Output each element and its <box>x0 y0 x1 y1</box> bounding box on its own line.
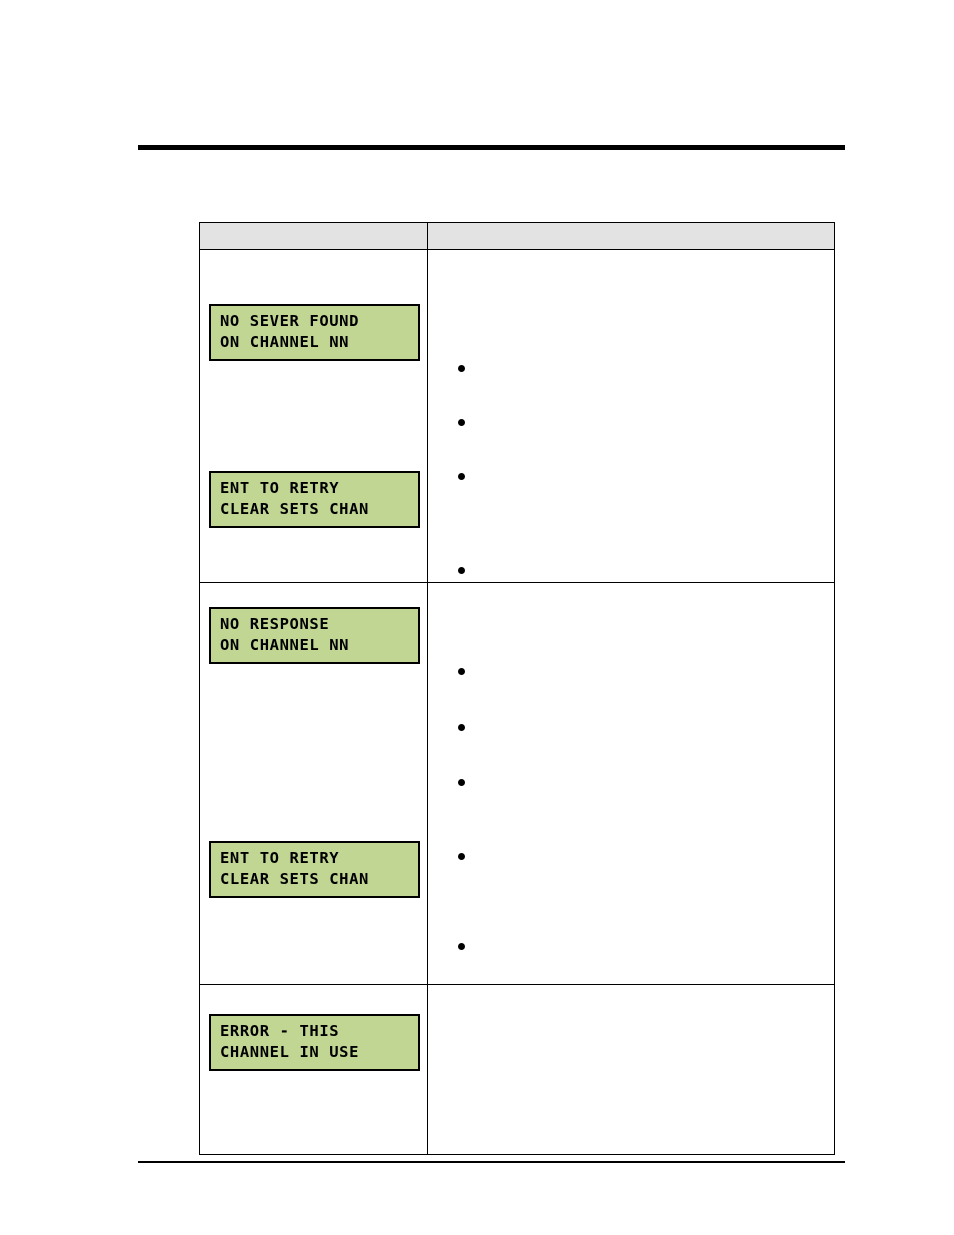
table-header-row <box>199 222 835 250</box>
description-cell <box>427 249 835 583</box>
lcd-line-1: NO SEVER FOUND <box>220 312 360 330</box>
lcd-error-channel-in-use: ERROR - THIS CHANNEL IN USE <box>209 1014 420 1071</box>
lcd-line-2: CLEAR SETS CHAN <box>220 500 369 518</box>
message-cell: NO SEVER FOUND ON CHANNEL NN ENT TO RETRY C… <box>199 249 428 583</box>
list-item <box>458 470 475 480</box>
bullet-icon <box>458 419 465 426</box>
lcd-line-1: ERROR - THIS <box>220 1022 340 1040</box>
list-item <box>458 564 475 574</box>
table-row: NO SEVER FOUND ON CHANNEL NN ENT TO RETRY C… <box>199 249 835 583</box>
description-bullet-list <box>428 985 834 1154</box>
list-item <box>458 362 475 372</box>
list-item <box>458 940 475 950</box>
bullet-icon <box>458 365 465 372</box>
lcd-line-1: NO RESPONSE <box>220 615 330 633</box>
page-footer-rule <box>138 1161 845 1163</box>
table-row: NO RESPONSE ON CHANNEL NN ENT TO RETRY CLEA… <box>199 582 835 985</box>
error-message-table: NO SEVER FOUND ON CHANNEL NN ENT TO RETRY C… <box>199 222 835 1155</box>
list-item <box>458 776 475 786</box>
page-header-rule <box>138 145 845 150</box>
bullet-icon <box>458 943 465 950</box>
bullet-icon <box>458 724 465 731</box>
table-header <box>199 222 835 250</box>
lcd-no-response: NO RESPONSE ON CHANNEL NN <box>209 607 420 664</box>
message-cell: ERROR - THIS CHANNEL IN USE <box>199 984 428 1155</box>
description-cell <box>427 984 835 1155</box>
list-item <box>458 665 475 675</box>
description-bullet-list <box>428 250 834 582</box>
list-item <box>458 850 475 860</box>
bullet-icon <box>458 853 465 860</box>
message-cell: NO RESPONSE ON CHANNEL NN ENT TO RETRY CLEA… <box>199 582 428 985</box>
bullet-icon <box>458 668 465 675</box>
bullet-icon <box>458 567 465 574</box>
lcd-line-1: ENT TO RETRY <box>220 479 340 497</box>
lcd-line-2: CHANNEL IN USE <box>220 1043 360 1061</box>
table-body: NO SEVER FOUND ON CHANNEL NN ENT TO RETRY C… <box>199 249 835 1155</box>
description-bullet-list <box>428 583 834 984</box>
lcd-no-server-found: NO SEVER FOUND ON CHANNEL NN <box>209 304 420 361</box>
column-header-message <box>199 222 428 250</box>
list-item <box>458 416 475 426</box>
bullet-icon <box>458 779 465 786</box>
list-item <box>458 721 475 731</box>
lcd-ent-to-retry-1: ENT TO RETRY CLEAR SETS CHAN <box>209 471 420 528</box>
bullet-icon <box>458 473 465 480</box>
table-row: ERROR - THIS CHANNEL IN USE <box>199 984 835 1155</box>
lcd-line-2: ON CHANNEL NN <box>220 333 350 351</box>
description-cell <box>427 582 835 985</box>
lcd-ent-to-retry-2: ENT TO RETRY CLEAR SETS CHAN <box>209 841 420 898</box>
lcd-line-2: CLEAR SETS CHAN <box>220 870 369 888</box>
lcd-line-1: ENT TO RETRY <box>220 849 340 867</box>
lcd-line-2: ON CHANNEL NN <box>220 636 350 654</box>
column-header-description <box>427 222 835 250</box>
